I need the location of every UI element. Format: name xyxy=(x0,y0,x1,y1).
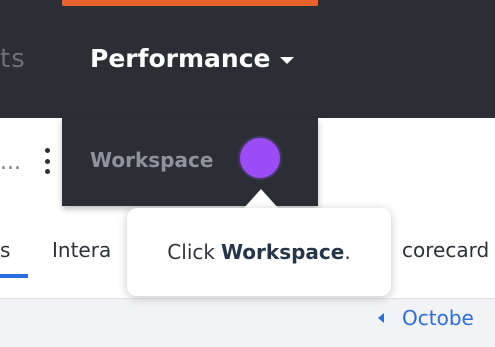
nav-performance-label: Performance xyxy=(90,44,271,73)
truncated-label: ... xyxy=(0,150,21,175)
nav-item-performance[interactable]: Performance xyxy=(90,44,295,73)
date-label: Octobe xyxy=(402,306,474,330)
chevron-left-icon[interactable] xyxy=(378,313,384,323)
caret-down-icon xyxy=(280,57,295,64)
tab-interactions[interactable]: Intera xyxy=(52,238,111,262)
nav-item-partial[interactable]: ts xyxy=(0,44,26,74)
guide-tooltip: Click Workspace . xyxy=(127,208,391,296)
tooltip-suffix: . xyxy=(344,240,351,264)
guide-hotspot-dot[interactable] xyxy=(240,138,280,178)
tab-partial-left[interactable]: s xyxy=(0,238,10,262)
tooltip-arrow xyxy=(243,189,279,209)
active-nav-indicator xyxy=(62,0,318,6)
menu-item-workspace[interactable]: Workspace xyxy=(90,148,213,172)
kebab-menu-icon[interactable] xyxy=(44,148,50,174)
tooltip-target: Workspace xyxy=(220,240,345,264)
date-navigator[interactable]: Octobe xyxy=(378,306,474,330)
tab-scorecard[interactable]: corecard xyxy=(402,238,489,262)
tooltip-prefix: Click xyxy=(167,240,215,264)
active-tab-underline xyxy=(0,274,28,278)
